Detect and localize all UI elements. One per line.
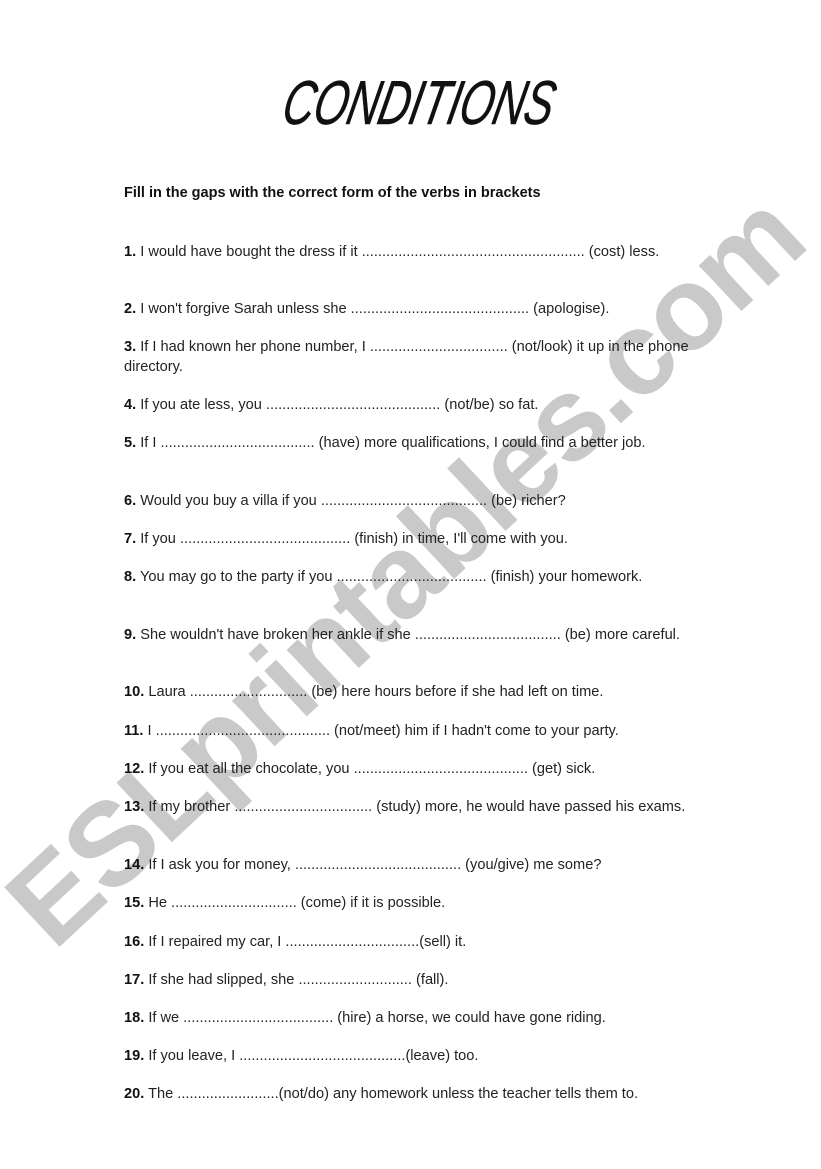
question-text: I would have bought the dress if it ....… [136, 244, 660, 260]
question-number: 5. [124, 435, 137, 451]
question-item: 18. If we ..............................… [124, 1009, 699, 1029]
question-text: If I ask you for money, ................… [144, 857, 602, 873]
question-number: 8. [124, 569, 137, 585]
question-number: 19. [124, 1048, 145, 1064]
question-text: Laura ............................. (be)… [144, 684, 604, 700]
worksheet-page: ESLprintables.com CONDITIONS Fill in the… [0, 0, 821, 1169]
question-item: 16. If I repaired my car, I ............… [124, 933, 699, 953]
question-item: 13. If my brother ......................… [124, 798, 699, 818]
question-item: 14. If I ask you for money, ............… [124, 856, 699, 876]
question-item: 15. He ............................... (… [124, 894, 699, 914]
question-number: 4. [124, 397, 137, 413]
question-text: You may go to the party if you .........… [136, 569, 643, 585]
question-number: 12. [124, 761, 145, 777]
question-item: 20. The .........................(not/do… [124, 1085, 699, 1105]
question-text: If I ...................................… [136, 435, 646, 451]
question-item: 9. She wouldn't have broken her ankle if… [124, 626, 699, 646]
question-number: 17. [124, 972, 145, 988]
question-text: If I had known her phone number, I .....… [124, 339, 689, 375]
question-text: The .........................(not/do) an… [144, 1086, 639, 1102]
question-text: If you ate less, you ...................… [136, 397, 539, 413]
question-number: 6. [124, 493, 137, 509]
question-text: If we ..................................… [144, 1010, 606, 1026]
question-item: 8. You may go to the party if you ......… [124, 568, 699, 588]
question-text: Would you buy a villa if you ...........… [136, 493, 566, 509]
question-item: 12. If you eat all the chocolate, you ..… [124, 760, 699, 780]
question-number: 15. [124, 895, 145, 911]
question-number: 16. [124, 934, 145, 950]
question-item: 6. Would you buy a villa if you ........… [124, 492, 699, 512]
question-number: 7. [124, 531, 137, 547]
question-item: 7. If you ..............................… [124, 530, 699, 550]
question-text: I ......................................… [143, 723, 619, 739]
title-text: CONDITIONS [277, 69, 560, 138]
question-text: She wouldn't have broken her ankle if sh… [136, 627, 680, 643]
question-number: 14. [124, 857, 145, 873]
question-text: If she had slipped, she ................… [144, 972, 449, 988]
question-item: 10. Laura ............................. … [124, 683, 699, 703]
question-text: If you leave, I ........................… [144, 1048, 479, 1064]
question-number: 20. [124, 1086, 145, 1102]
question-number: 13. [124, 799, 145, 815]
question-text: He ............................... (come… [144, 895, 446, 911]
question-item: 1. I would have bought the dress if it .… [124, 243, 699, 263]
question-item: 5. If I ................................… [124, 434, 699, 454]
instruction-text: Fill in the gaps with the correct form o… [124, 185, 541, 201]
question-number: 11. [124, 723, 144, 739]
question-item: 19. If you leave, I ....................… [124, 1047, 699, 1067]
question-item: 11. I ..................................… [124, 722, 699, 742]
question-item: 17. If she had slipped, she ............… [124, 971, 699, 991]
question-number: 10. [124, 684, 145, 700]
question-item: 3. If I had known her phone number, I ..… [124, 338, 699, 377]
worksheet-title: CONDITIONS [270, 58, 562, 148]
question-number: 3. [124, 339, 137, 355]
question-number: 1. [124, 244, 137, 260]
question-number: 2. [124, 301, 137, 317]
question-text: If you .................................… [136, 531, 568, 547]
question-number: 9. [124, 627, 137, 643]
question-number: 18. [124, 1010, 145, 1026]
question-text: If my brother ..........................… [144, 799, 686, 815]
question-item: 2. I won't forgive Sarah unless she ....… [124, 300, 699, 320]
question-item: 4. If you ate less, you ................… [124, 396, 699, 416]
question-text: If I repaired my car, I ................… [144, 934, 467, 950]
title-lettering: CONDITIONS [277, 68, 562, 138]
question-text: If you eat all the chocolate, you ......… [144, 761, 596, 777]
question-text: I won't forgive Sarah unless she .......… [136, 301, 610, 317]
